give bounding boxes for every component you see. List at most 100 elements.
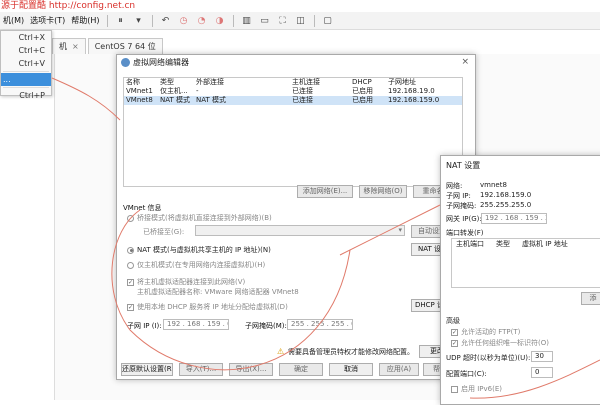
tab-centos[interactable]: CentOS 7 64 位 — [87, 38, 163, 54]
dropdown-arrow-icon[interactable]: ▾ — [132, 14, 146, 28]
advanced-label: 高级 — [446, 317, 460, 325]
add-network-button[interactable]: 添加网络(E)... — [297, 185, 353, 198]
subnet-ip-field[interactable]: 192 . 168 . 159 . 0 — [163, 319, 229, 330]
cell-name: VMnet8 — [126, 96, 153, 104]
toolbar-divider — [313, 14, 315, 27]
menu-item-cut[interactable]: Ctrl+X — [1, 31, 51, 44]
nat-subnet-mask-label: 子网掩码: — [446, 202, 477, 210]
menu-tabs[interactable]: 选项卡(T) — [27, 15, 68, 26]
col-header-type: 类型 — [160, 78, 174, 86]
pause-icon[interactable]: ⏸ — [114, 14, 128, 28]
apply-button[interactable]: 应用(A) — [379, 363, 419, 376]
virtual-network-editor-dialog: 虚拟网络编辑器 × 名称 类型 外部连接 主机连接 DHCP 子网地址 VMne… — [116, 54, 476, 380]
config-port-field[interactable]: 0 — [531, 367, 553, 378]
nat-subnet-ip-value: 192.168.159.0 — [480, 191, 532, 199]
vmware-logo-icon — [121, 57, 130, 67]
remove-network-button[interactable]: 移除网络(O) — [359, 185, 407, 198]
host-only-radio[interactable] — [127, 261, 134, 269]
dhcp-option[interactable]: ✓ 使用本地 DHCP 服务将 IP 地址分配给虚拟机(D) — [127, 302, 288, 312]
nat-mode-option[interactable]: NAT 模式(与虚拟机共享主机的 IP 地址)(N) — [127, 245, 271, 255]
menu-item-copy[interactable]: Ctrl+C — [1, 44, 51, 57]
close-icon[interactable]: × — [72, 42, 79, 51]
col-header-dhcp: DHCP — [352, 78, 372, 86]
bridged-to-select[interactable]: ▾ — [195, 225, 405, 236]
nat-dialog-title: NAT 设置 — [446, 160, 481, 170]
dialog-titlebar: 虚拟网络编辑器 — [117, 55, 475, 69]
dialog-title: 虚拟网络编辑器 — [133, 57, 189, 67]
add-port-forward-button[interactable]: 添 — [581, 292, 600, 305]
dhcp-checkbox[interactable]: ✓ — [127, 303, 134, 311]
edit-dropdown-menu: Ctrl+X Ctrl+C Ctrl+V ... Ctrl+P — [0, 30, 52, 100]
adapter-name-value: 主机虚拟适配器名称: VMware 网络适配器 VMnet8 — [137, 288, 299, 296]
subnet-ip-row: 子网 IP: 192.168.159.0 — [446, 191, 531, 201]
ftp-checkbox[interactable]: ✓ — [451, 328, 458, 336]
revert-icon[interactable]: ◔ — [195, 14, 209, 28]
bridge-mode-radio[interactable] — [127, 214, 134, 222]
ipv6-label: 启用 IPv6(E) — [461, 385, 502, 393]
restore-defaults-button[interactable]: 还原默认设置(R) — [121, 363, 173, 376]
toolbar-divider — [106, 14, 108, 27]
network-value: vmnet8 — [480, 181, 507, 189]
nat-mode-radio[interactable] — [127, 246, 134, 254]
export-button[interactable]: 导出(X)... — [229, 363, 273, 376]
subnet-ip-label: 子网 IP (I): — [127, 322, 162, 330]
tab-label: CentOS 7 64 位 — [94, 42, 156, 51]
ftp-option[interactable]: ✓ 允许活动的 FTP(T) — [451, 327, 520, 337]
tab-vm[interactable]: 机 × — [52, 38, 86, 54]
udp-timeout-field[interactable]: 30 — [531, 351, 553, 362]
table-row-selected[interactable]: VMnet8 NAT 模式 NAT 模式 已连接 已启用 192.168.159… — [124, 96, 462, 105]
menu-vm[interactable]: 机(M) — [0, 15, 27, 26]
menu-divider — [3, 87, 49, 88]
oui-checkbox[interactable]: ✓ — [451, 339, 458, 347]
chevron-down-icon: ▾ — [398, 226, 402, 234]
cell-host: 已连接 — [292, 87, 313, 95]
cancel-button[interactable]: 取消 — [329, 363, 373, 376]
nat-subnet-mask-value: 255.255.255.0 — [480, 201, 532, 209]
toolbar-divider — [232, 14, 234, 27]
ipv6-checkbox[interactable] — [451, 385, 458, 393]
table-row[interactable]: VMnet1 仅主机... - 已连接 已启用 192.168.19.0 — [124, 87, 462, 96]
import-button[interactable]: 导入(T)... — [179, 363, 223, 376]
ipv6-option[interactable]: 启用 IPv6(E) — [451, 384, 502, 394]
pf-col-vm-ip: 虚拟机 IP 地址 — [522, 240, 568, 248]
menu-help[interactable]: 帮助(H) — [68, 15, 102, 26]
subnet-mask-label: 子网掩码(M): — [245, 322, 287, 330]
bridged-to-label: 已桥接至(G): — [143, 227, 184, 237]
ok-button[interactable]: 确定 — [279, 363, 323, 376]
connect-adapter-option[interactable]: ✓ 将主机虚拟适配器连接到此网络(V) — [127, 277, 245, 287]
port-forward-label: 端口转发(F) — [446, 229, 484, 237]
menu-item-paste[interactable]: Ctrl+V — [1, 57, 51, 70]
watermark-text: 源于配置酷 http://config.net.cn — [1, 1, 136, 11]
cell-dhcp: 已启用 — [352, 96, 373, 104]
menu-item-virtual-network-editor[interactable]: ... — [1, 73, 51, 86]
snapshot-manager-icon[interactable]: ◑ — [213, 14, 227, 28]
unity-icon[interactable]: ◫ — [294, 14, 308, 28]
shield-warning-icon: ⚠ — [277, 347, 285, 356]
subnet-mask-field[interactable]: 255 . 255 . 255 . 0 — [287, 319, 353, 330]
nat-mode-label: NAT 模式(与虚拟机共享主机的 IP 地址)(N) — [137, 246, 271, 254]
gateway-field[interactable]: 192 . 168 . 159 . 2 — [481, 213, 547, 224]
snapshot-icon[interactable]: ◷ — [177, 14, 191, 28]
cell-host: 已连接 — [292, 96, 313, 104]
connect-adapter-checkbox[interactable]: ✓ — [127, 278, 134, 286]
cell-external: - — [196, 87, 199, 95]
udp-timeout-row: UDP 超时(以秒为单位)(U): — [446, 353, 530, 363]
nat-settings-dialog: NAT 设置 网络: vmnet8 子网 IP: 192.168.159.0 子… — [440, 155, 600, 405]
menu-item-preferences[interactable]: Ctrl+P — [1, 89, 51, 102]
host-only-option[interactable]: 仅主机模式(在专用网络内连接虚拟机)(H) — [127, 260, 265, 270]
admin-warning-text: 需要具备管理员特权才能修改网络配置。 — [288, 348, 414, 356]
fullscreen-icon[interactable]: ⛶ — [276, 14, 290, 28]
col-header-external: 外部连接 — [196, 78, 224, 86]
console-icon[interactable]: ▭ — [258, 14, 272, 28]
oui-option[interactable]: ✓ 允许任何组织唯一标识符(O) — [451, 338, 549, 348]
main-menubar: 机(M) 选项卡(T) 帮助(H) ⏸ ▾ ↶ ◷ ◔ ◑ ▥ ▭ ⛶ ◫ ▢ — [0, 12, 600, 30]
sidebar-icon[interactable]: ▥ — [240, 14, 254, 28]
port-forward-table[interactable]: 主机端口 类型 虚拟机 IP 地址 — [451, 238, 600, 288]
ftp-label: 允许活动的 FTP(T) — [461, 328, 521, 336]
nat-subnet-ip-label: 子网 IP: — [446, 192, 471, 200]
back-icon[interactable]: ↶ — [159, 14, 173, 28]
terminal-icon[interactable]: ▢ — [321, 14, 335, 28]
host-only-label: 仅主机模式(在专用网络内连接虚拟机)(H) — [137, 261, 266, 269]
close-icon[interactable]: × — [461, 57, 469, 67]
bridge-mode-option[interactable]: 桥接模式(将虚拟机直接连接到外部网络)(B) — [127, 213, 272, 223]
